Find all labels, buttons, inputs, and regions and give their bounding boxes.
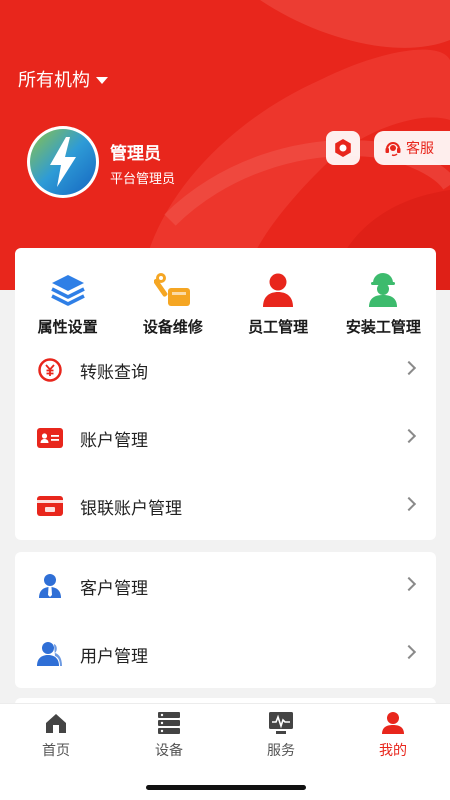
profile-header: 所有机构 管理员 平台管理员 客服 xyxy=(0,0,450,290)
menu-item-customer-management[interactable]: 客户管理 xyxy=(15,560,436,612)
menu-item-user-management[interactable]: 用户管理 xyxy=(15,628,436,680)
chevron-right-icon xyxy=(401,576,417,592)
worker-icon xyxy=(363,270,403,310)
home-icon xyxy=(42,710,70,736)
customer-icon xyxy=(35,571,65,601)
quick-action-label: 安装工管理 xyxy=(345,318,421,336)
menu-item-label: 银联账户管理 xyxy=(80,498,182,519)
quick-action-attribute-settings[interactable]: 属性设置 xyxy=(15,248,120,344)
tab-label: 首页 xyxy=(42,743,70,759)
user-role: 平台管理员 xyxy=(110,172,176,187)
id-card-icon xyxy=(35,423,65,453)
quick-action-device-repair[interactable]: 设备维修 xyxy=(120,248,225,344)
chevron-right-icon xyxy=(401,428,417,444)
person-icon xyxy=(258,270,298,310)
menu-item-label: 客户管理 xyxy=(80,578,148,599)
monitor-icon xyxy=(267,710,295,736)
customer-service-button[interactable]: 客服 xyxy=(374,131,450,165)
tab-label: 我的 xyxy=(379,743,407,759)
org-selector[interactable]: 所有机构 xyxy=(18,66,108,92)
user-name: 管理员 xyxy=(110,144,161,164)
menu-card-secondary: 客户管理 用户管理 xyxy=(15,552,436,688)
menu-item-label: 转账查询 xyxy=(80,362,148,383)
home-indicator xyxy=(146,785,306,790)
caret-down-icon xyxy=(96,76,108,84)
quick-actions: 属性设置 设备维修 员工管理 安装工管理 xyxy=(15,248,436,344)
quick-action-employee-management[interactable]: 员工管理 xyxy=(226,248,331,344)
tab-label: 设备 xyxy=(155,743,183,759)
customer-service-label: 客服 xyxy=(406,141,434,157)
menu-item-transfer-query[interactable]: 转账查询 xyxy=(15,344,436,396)
headset-icon xyxy=(385,142,401,157)
transfer-yuan-icon xyxy=(35,355,65,385)
gear-icon xyxy=(335,139,351,157)
menu-card-primary: 属性设置 设备维修 员工管理 安装工管理 转账查询 账户管理 银联账户管理 xyxy=(15,248,436,540)
avatar[interactable] xyxy=(27,126,99,198)
layers-icon xyxy=(48,270,88,310)
unionpay-card-icon xyxy=(35,491,65,521)
wrench-icon xyxy=(153,270,193,310)
menu-item-label: 用户管理 xyxy=(80,646,148,667)
org-selector-label: 所有机构 xyxy=(18,70,90,91)
profile-icon xyxy=(379,710,407,736)
chevron-right-icon xyxy=(401,496,417,512)
tab-mine[interactable]: 我的 xyxy=(353,710,433,760)
tab-devices[interactable]: 设备 xyxy=(129,710,209,760)
quick-action-installer-management[interactable]: 安装工管理 xyxy=(331,248,436,344)
menu-item-account-management[interactable]: 账户管理 xyxy=(15,412,436,464)
settings-button[interactable] xyxy=(326,131,360,165)
tab-service[interactable]: 服务 xyxy=(241,710,321,760)
menu-item-label: 账户管理 xyxy=(80,430,148,451)
chevron-right-icon xyxy=(401,360,417,376)
menu-item-unionpay-account-management[interactable]: 银联账户管理 xyxy=(15,480,436,532)
server-icon xyxy=(155,710,183,736)
lightning-logo-icon xyxy=(30,129,96,195)
quick-action-label: 属性设置 xyxy=(37,318,98,336)
tab-label: 服务 xyxy=(267,743,295,759)
chevron-right-icon xyxy=(401,644,417,660)
tab-home[interactable]: 首页 xyxy=(16,710,96,760)
users-icon xyxy=(35,639,65,669)
quick-action-label: 员工管理 xyxy=(248,318,309,336)
quick-action-label: 设备维修 xyxy=(142,318,203,336)
